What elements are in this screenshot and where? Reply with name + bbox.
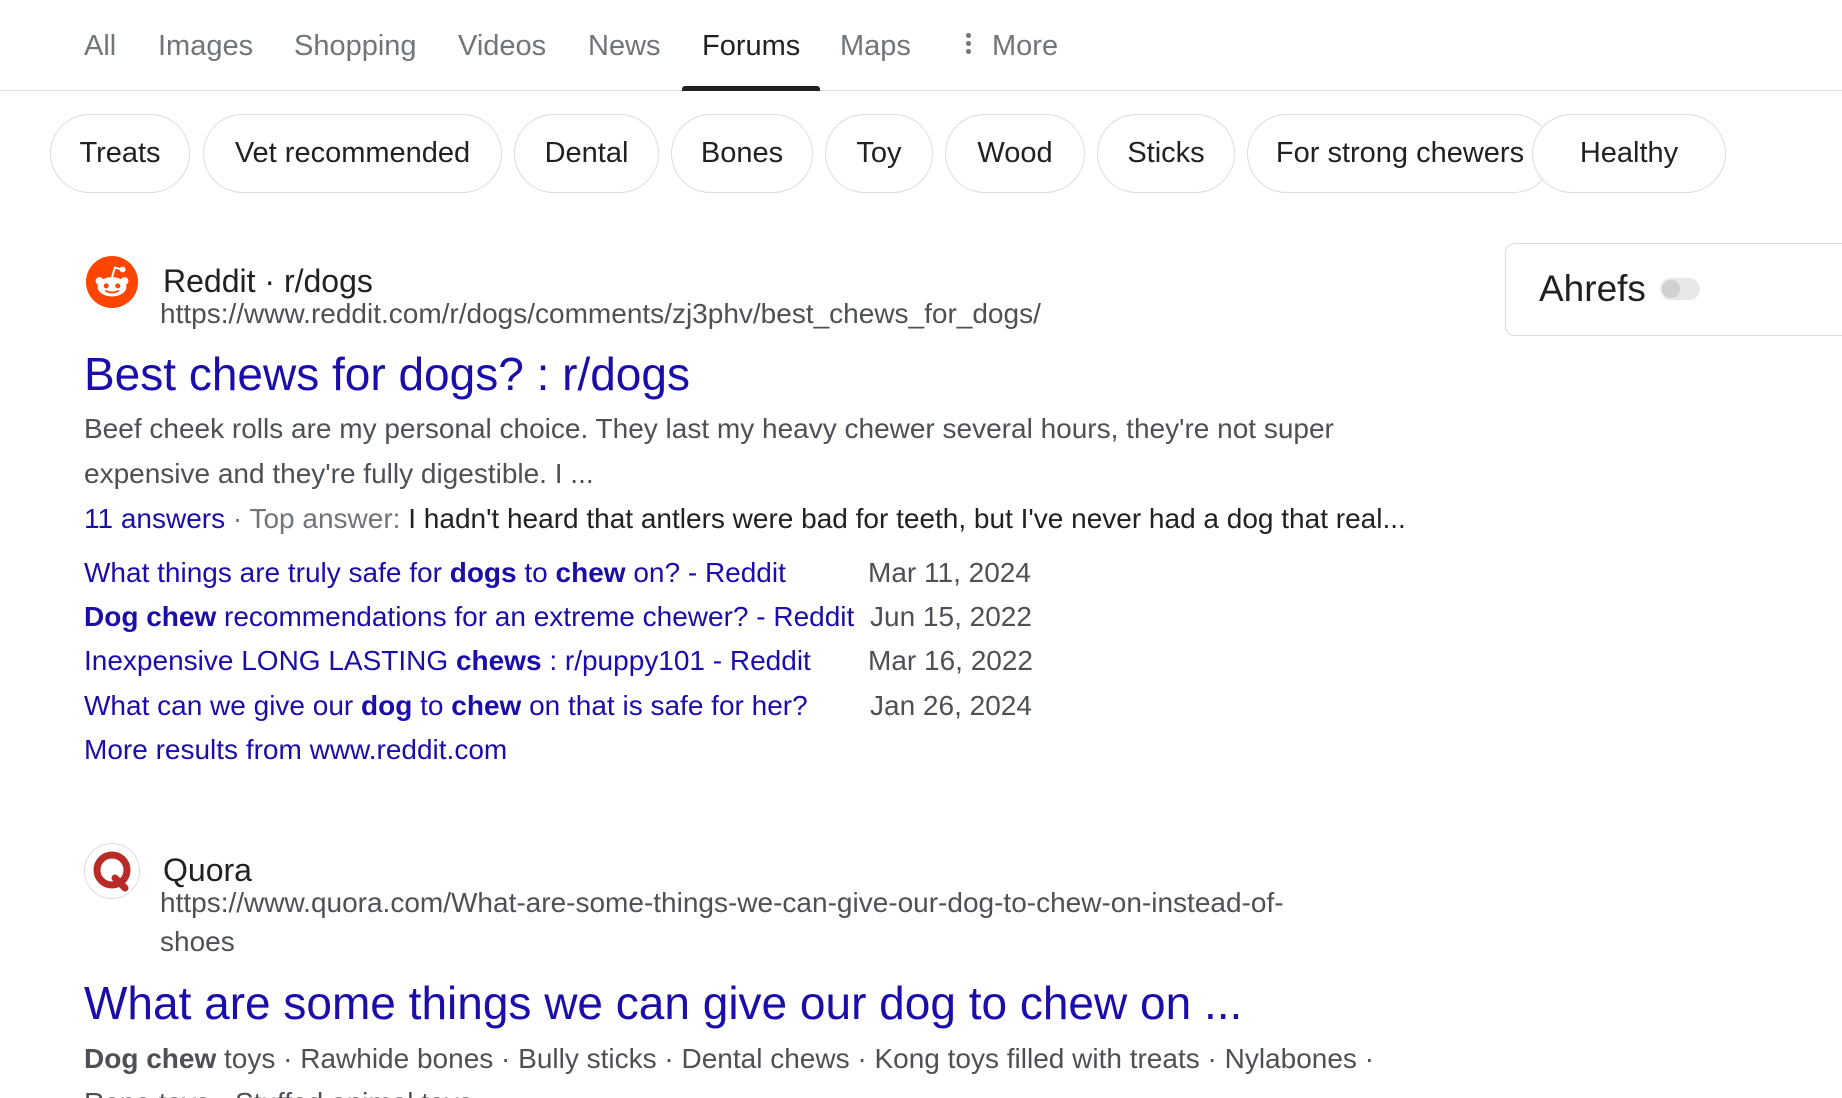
chip-healthy[interactable]: Healthy [1532, 114, 1726, 193]
answers-count-link[interactable]: 11 answers [84, 503, 225, 534]
tab-videos[interactable]: Videos [458, 30, 546, 91]
sub-link-text: : r/puppy101 - Reddit [541, 645, 811, 676]
reddit-icon [84, 254, 140, 310]
chip-toy[interactable]: Toy [825, 114, 933, 193]
snippet-text: toys · Rawhide bones · Bully sticks · De… [216, 1043, 1375, 1074]
tab-shopping[interactable]: Shopping [294, 30, 417, 91]
ahrefs-toggle[interactable] [1660, 278, 1700, 300]
chip-dental[interactable]: Dental [514, 114, 659, 193]
chip-sticks[interactable]: Sticks [1097, 114, 1235, 193]
quora-icon [84, 843, 140, 899]
sub-link[interactable]: What things are truly safe for dogs to c… [84, 557, 786, 589]
quora-snippet-line-2: Rope toys · Stuffed animal toys [84, 1080, 473, 1098]
tab-maps[interactable]: Maps [840, 30, 911, 91]
sub-link-date: Jan 26, 2024 [870, 690, 1032, 721]
tab-forums[interactable]: Forums [682, 30, 821, 91]
tab-more[interactable]: More [966, 30, 1058, 91]
toggle-knob [1662, 280, 1680, 298]
sub-link-keyword: chew [555, 557, 626, 588]
tab-images[interactable]: Images [158, 30, 253, 91]
sub-link-text: Inexpensive LONG LASTING [84, 645, 456, 676]
sub-link-keyword: dog [361, 690, 413, 721]
chip-treats[interactable]: Treats [50, 114, 190, 193]
ahrefs-label: Ahrefs [1539, 268, 1646, 309]
ahrefs-panel: Ahrefs [1505, 243, 1842, 336]
more-results-link[interactable]: More results from www.reddit.com [84, 734, 507, 766]
active-tab-indicator [682, 86, 821, 91]
quora-result-title[interactable]: What are some things we can give our dog… [84, 976, 1242, 1030]
chip-bones[interactable]: Bones [671, 114, 813, 193]
top-answer-label: · Top answer: [225, 503, 409, 534]
reddit-result-title[interactable]: Best chews for dogs? : r/dogs [84, 347, 690, 401]
tab-news[interactable]: News [588, 30, 661, 91]
sub-link[interactable]: Dog chew recommendations for an extreme … [84, 601, 854, 633]
chip-for-strong-chewers[interactable]: For strong chewers [1247, 114, 1553, 193]
tab-more-label: More [992, 30, 1059, 62]
quora-url-line-2[interactable]: shoes [160, 926, 235, 958]
top-answer-text: I hadn't heard that antlers were bad for… [408, 503, 1406, 534]
sub-link-date: Mar 16, 2022 [868, 645, 1033, 676]
sub-link[interactable]: What can we give our dog to chew on that… [84, 690, 808, 722]
sub-link-keyword: chew [451, 690, 522, 721]
chip-wood[interactable]: Wood [945, 114, 1085, 193]
snippet-keyword: Dog chew [84, 1043, 217, 1074]
sub-link-text: recommendations for an extreme chewer? -… [216, 601, 855, 632]
chip-vet-recommended[interactable]: Vet recommended [203, 114, 502, 193]
reddit-snippet-line-1: Beef cheek rolls are my personal choice.… [84, 413, 1334, 444]
reddit-answers-line: 11 answers · Top answer: I hadn't heard … [84, 503, 1406, 535]
quora-site-name: Quora [163, 852, 252, 888]
reddit-site-name: Reddit · r/dogs [163, 263, 373, 299]
tab-all[interactable]: All [84, 30, 116, 91]
sub-link-keyword: dogs [449, 557, 517, 588]
sub-link[interactable]: Inexpensive LONG LASTING chews : r/puppy… [84, 645, 811, 677]
sub-link-text: What can we give our [84, 690, 362, 721]
sub-link-keyword: Dog chew [84, 601, 217, 632]
quora-url-line-1[interactable]: https://www.quora.com/What-are-some-thin… [160, 887, 1284, 919]
sub-link-text: to [412, 690, 452, 721]
sub-link-text: on that is safe for her? [521, 690, 808, 721]
more-vert-icon [966, 30, 972, 57]
sub-link-date: Jun 15, 2022 [870, 601, 1032, 632]
sub-link-keyword: chews [455, 645, 542, 676]
tab-forums-label: Forums [702, 30, 801, 62]
sub-link-text: What things are truly safe for [84, 557, 450, 588]
reddit-snippet-line-2: expensive and they're fully digestible. … [84, 458, 594, 489]
sub-link-text: to [516, 557, 556, 588]
search-tabs: All Images Shopping Videos News Forums M… [0, 0, 1842, 91]
sub-link-text: on? - Reddit [625, 557, 786, 588]
reddit-url[interactable]: https://www.reddit.com/r/dogs/comments/z… [160, 298, 1041, 330]
quora-snippet-line-1: Dog chew toys · Rawhide bones · Bully st… [84, 1036, 1374, 1081]
sub-link-date: Mar 11, 2024 [868, 557, 1031, 588]
